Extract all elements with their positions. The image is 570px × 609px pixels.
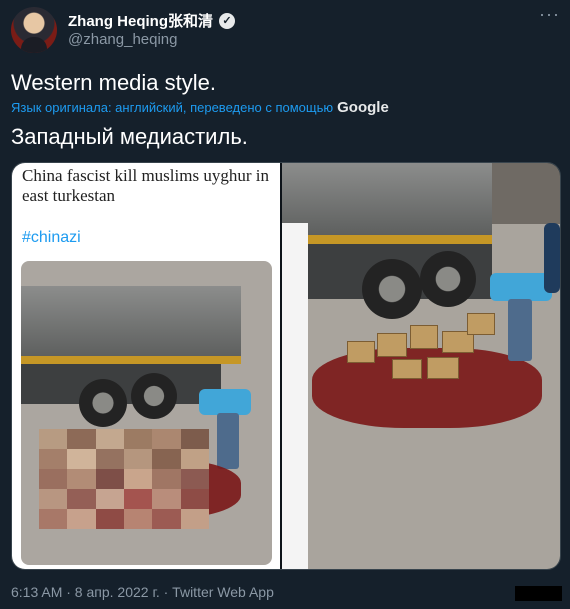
truck-container (282, 163, 492, 235)
image-hashtag: #chinazi (22, 229, 81, 246)
cardboard-box (427, 357, 459, 379)
cardboard-box (467, 313, 495, 335)
truck-wheel (131, 373, 177, 419)
original-photo (282, 163, 560, 569)
profile-avatar[interactable] (11, 7, 57, 53)
image-caption: China fascist kill muslims uyghur in eas… (22, 166, 269, 205)
tweet-media[interactable]: China fascist kill muslims uyghur in eas… (11, 162, 561, 570)
verified-badge-icon: ✓ (219, 12, 235, 29)
truck-wheel (79, 379, 127, 427)
author-handle[interactable]: @zhang_heqing (68, 31, 177, 48)
avatar-figure (21, 37, 47, 53)
worker-figure (490, 273, 552, 301)
cardboard-box (410, 325, 438, 349)
truck-wheel (420, 251, 476, 307)
tweet-timestamp[interactable]: 6:13 AM · 8 апр. 2022 г. · Twitter Web A… (11, 584, 274, 600)
redaction-bar (515, 586, 562, 601)
bystander-figure (544, 223, 560, 293)
cardboard-box (392, 359, 422, 379)
censored-photo (21, 261, 272, 565)
tweet-text: Western media style. (11, 70, 217, 95)
worker-figure (199, 389, 251, 415)
worker-legs (217, 413, 239, 469)
pixelated-area (39, 429, 209, 529)
cardboard-box (347, 341, 375, 363)
foreground-person (282, 223, 308, 569)
translation-attribution: Язык оригинала: английский, переведено с… (11, 99, 389, 116)
author-name-row: Zhang Heqing张和清 ✓ (68, 10, 235, 31)
worker-legs (508, 299, 532, 361)
truck-wheel (362, 259, 422, 319)
quoted-post-image: China fascist kill muslims uyghur in eas… (12, 163, 280, 569)
translation-label[interactable]: Язык оригинала: английский, переведено с… (11, 100, 333, 115)
truck-stripe (282, 235, 492, 244)
google-logo: Google (337, 99, 389, 116)
cardboard-box (377, 333, 407, 357)
truck-stripe (21, 356, 241, 364)
more-options-icon[interactable]: ··· (539, 4, 560, 25)
translated-tweet-text: Западный медиастиль. (11, 124, 248, 149)
author-display-name[interactable]: Zhang Heqing张和清 (68, 10, 213, 31)
truck-container (21, 286, 241, 356)
